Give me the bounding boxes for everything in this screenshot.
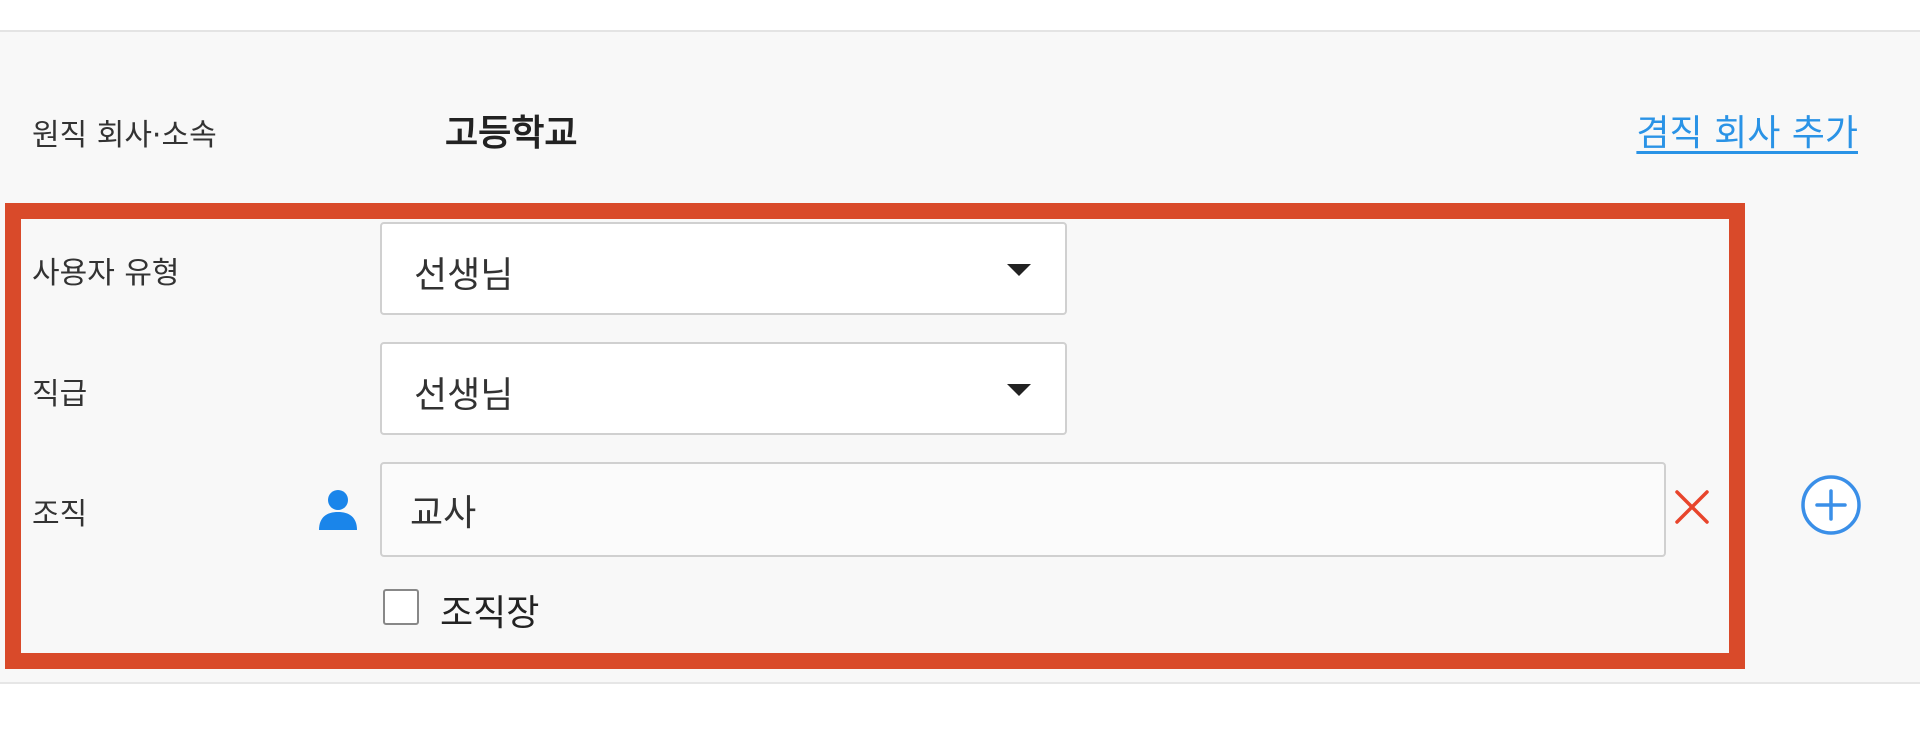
plus-circle-icon[interactable] xyxy=(1800,474,1862,536)
org-head-checkbox[interactable] xyxy=(383,589,419,625)
caret-down-icon xyxy=(1007,264,1031,276)
user-type-selected-value: 선생님 xyxy=(414,255,514,296)
original-company-label: 원직 회사·소속 xyxy=(32,118,217,153)
position-selected-value: 선생님 xyxy=(414,375,514,416)
person-icon[interactable] xyxy=(317,488,359,530)
position-label: 직급 xyxy=(32,377,88,412)
close-icon[interactable] xyxy=(1673,488,1711,526)
org-head-checkbox-label[interactable]: 조직장 xyxy=(440,584,539,636)
company-name: 고등학교 xyxy=(445,113,578,154)
organization-input[interactable] xyxy=(380,462,1666,557)
bottom-divider xyxy=(0,682,1920,684)
caret-down-icon xyxy=(1007,384,1031,396)
position-select[interactable]: 선생님 xyxy=(380,342,1067,435)
organization-label: 조직 xyxy=(32,497,88,532)
add-concurrent-company-link[interactable]: 겸직 회사 추가 xyxy=(1636,104,1858,156)
user-type-label: 사용자 유형 xyxy=(32,256,180,291)
user-type-select[interactable]: 선생님 xyxy=(380,222,1067,315)
page: 원직 회사·소속 고등학교 겸직 회사 추가 사용자 유형 선생님 직급 선생님… xyxy=(0,0,1920,740)
